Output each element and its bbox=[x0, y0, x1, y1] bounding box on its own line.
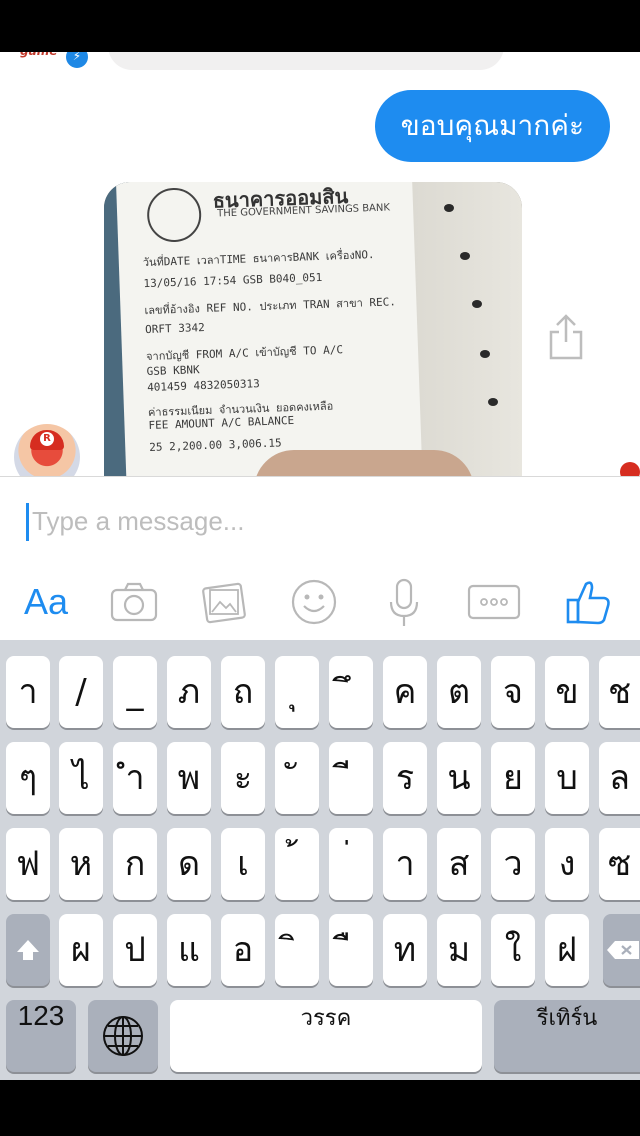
key[interactable]: ิ bbox=[275, 914, 319, 986]
key[interactable]: ง bbox=[545, 828, 589, 900]
thumbs-up-icon[interactable] bbox=[562, 572, 614, 632]
text-cursor bbox=[26, 503, 29, 541]
bottom-bezel bbox=[0, 1080, 640, 1136]
key[interactable]: ุ bbox=[275, 656, 319, 728]
key[interactable]: ก bbox=[113, 828, 157, 900]
receipt-line: 13/05/16 17:54 GSB B040_051 bbox=[143, 270, 323, 291]
key[interactable]: ื bbox=[329, 914, 373, 986]
globe-key[interactable] bbox=[88, 1000, 158, 1072]
key[interactable]: ย bbox=[491, 742, 535, 814]
key[interactable]: ช bbox=[599, 656, 640, 728]
hand-holding-receipt bbox=[254, 450, 474, 476]
key[interactable]: ป bbox=[113, 914, 157, 986]
thai-keyboard: า / _ ภ ถ ุ ึ ค ต จ ข ช ๆ ไ ำ พ ะ ั ี ร … bbox=[0, 640, 640, 1080]
emoji-icon[interactable] bbox=[288, 572, 340, 632]
key[interactable]: พ bbox=[167, 742, 211, 814]
key[interactable]: ค bbox=[383, 656, 427, 728]
key[interactable]: ต bbox=[437, 656, 481, 728]
microphone-icon[interactable] bbox=[378, 572, 430, 632]
receipt-line: ORFT 3342 bbox=[144, 320, 205, 337]
key[interactable]: ่ bbox=[329, 828, 373, 900]
key[interactable]: ท bbox=[383, 914, 427, 986]
receipt-line: เลขที่อ้างอิง REF NO. ประเภท TRAN สาขา R… bbox=[144, 295, 397, 318]
message-input[interactable] bbox=[32, 499, 612, 543]
key[interactable]: ๆ bbox=[6, 742, 50, 814]
delete-key[interactable] bbox=[603, 914, 640, 986]
composer bbox=[0, 476, 640, 565]
status-bar bbox=[0, 0, 640, 52]
shift-icon bbox=[17, 940, 39, 960]
key[interactable]: ล bbox=[599, 742, 640, 814]
key[interactable]: ะ bbox=[221, 742, 265, 814]
messenger-badge-icon: ⚡ bbox=[64, 52, 90, 70]
key[interactable]: / bbox=[59, 656, 103, 728]
backspace-icon bbox=[607, 941, 639, 959]
sender-badge-text: game bbox=[20, 52, 57, 58]
key[interactable]: เ bbox=[221, 828, 265, 900]
space-key[interactable]: วรรค bbox=[170, 1000, 482, 1072]
avatar-letter: R bbox=[40, 432, 54, 446]
shift-key[interactable] bbox=[6, 914, 50, 986]
key[interactable]: อ bbox=[221, 914, 265, 986]
key[interactable]: ร bbox=[383, 742, 427, 814]
sender-mini-avatar: game ⚡ bbox=[18, 52, 90, 70]
key[interactable]: ห bbox=[59, 828, 103, 900]
key[interactable]: ำ bbox=[113, 742, 157, 814]
key[interactable]: ึ bbox=[329, 656, 373, 728]
key[interactable]: ้ bbox=[275, 828, 319, 900]
globe-icon bbox=[103, 1016, 143, 1056]
contact-avatar[interactable]: R bbox=[14, 424, 80, 476]
key[interactable]: บ bbox=[545, 742, 589, 814]
key[interactable]: า bbox=[383, 828, 427, 900]
receipt-line: GSB KBNK bbox=[146, 363, 200, 379]
outgoing-message-bubble[interactable]: ขอบคุณมากค่ะ bbox=[374, 90, 610, 162]
return-key[interactable]: รีเทิร์น bbox=[494, 1000, 640, 1072]
share-icon[interactable] bbox=[548, 314, 584, 360]
key[interactable]: ส bbox=[437, 828, 481, 900]
previous-message-bubble[interactable] bbox=[108, 52, 504, 70]
key[interactable]: ม bbox=[437, 914, 481, 986]
key[interactable]: ฟ bbox=[6, 828, 50, 900]
key[interactable]: แ bbox=[167, 914, 211, 986]
text-style-button[interactable]: Aa bbox=[16, 572, 76, 632]
key[interactable]: ด bbox=[167, 828, 211, 900]
key[interactable]: ถ bbox=[221, 656, 265, 728]
key[interactable]: ั bbox=[275, 742, 319, 814]
key[interactable]: จ bbox=[491, 656, 535, 728]
key[interactable]: _ bbox=[113, 656, 157, 728]
receipt-line: วันที่DATE เวลาTIME ธนาคารBANK เครื่องNO… bbox=[142, 248, 375, 270]
receipt-photo-message[interactable]: ธนาคารออมสิน THE GOVERNMENT SAVINGS BANK… bbox=[104, 182, 522, 476]
key[interactable]: า bbox=[6, 656, 50, 728]
numbers-key[interactable]: 123 bbox=[6, 1000, 76, 1072]
key[interactable]: ฝ bbox=[545, 914, 589, 986]
key[interactable]: ใ bbox=[491, 914, 535, 986]
chat-head-icon[interactable] bbox=[620, 462, 640, 476]
key[interactable]: ผ bbox=[59, 914, 103, 986]
camera-icon[interactable] bbox=[108, 572, 160, 632]
key[interactable]: ภ bbox=[167, 656, 211, 728]
key[interactable]: ไ bbox=[59, 742, 103, 814]
bank-logo-icon bbox=[146, 187, 203, 243]
conversation-view[interactable]: game ⚡ ขอบคุณมากค่ะ ธนาคารออมสิน THE GOV… bbox=[0, 52, 640, 476]
receipt-line: 401459 4832050313 bbox=[146, 377, 260, 395]
key[interactable]: ข bbox=[545, 656, 589, 728]
key[interactable]: น bbox=[437, 742, 481, 814]
key[interactable]: ี bbox=[329, 742, 373, 814]
receipt-line: จากบัญชี FROM A/C เข้าบัญชี TO A/C bbox=[145, 343, 344, 364]
more-icon[interactable] bbox=[466, 572, 522, 632]
gallery-icon[interactable] bbox=[198, 572, 250, 632]
bank-receipt: ธนาคารออมสิน THE GOVERNMENT SAVINGS BANK… bbox=[116, 182, 423, 476]
key[interactable]: ว bbox=[491, 828, 535, 900]
key[interactable]: ซ bbox=[599, 828, 640, 900]
receipt-line: 25 2,200.00 3,006.15 bbox=[149, 436, 282, 454]
composer-toolbar: Aa bbox=[0, 564, 640, 640]
